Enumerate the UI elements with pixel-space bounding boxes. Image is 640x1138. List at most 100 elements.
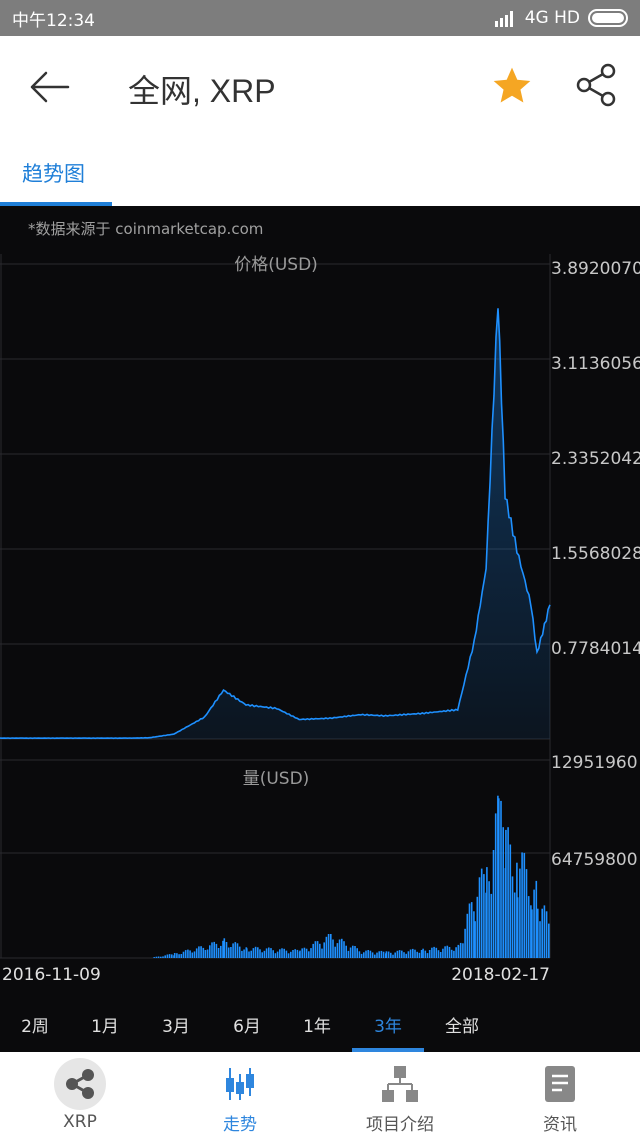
range-tab-1y[interactable]: 1年 xyxy=(282,996,352,1052)
nav-label-trend: 走势 xyxy=(223,1115,257,1135)
volume-bar xyxy=(453,950,455,958)
volume-bar xyxy=(418,952,421,958)
status-icons: 4G HD xyxy=(494,8,628,28)
range-tab-all[interactable]: 全部 xyxy=(424,996,500,1052)
arrow-left-icon xyxy=(30,71,70,103)
volume-bar xyxy=(382,951,385,958)
volume-bar xyxy=(548,923,550,958)
volume-bar xyxy=(166,954,169,958)
volume-bar xyxy=(405,953,407,958)
volume-bar xyxy=(164,955,166,958)
range-tab-3m[interactable]: 3月 xyxy=(140,996,212,1052)
tab-trend[interactable]: 趋势图 xyxy=(0,138,112,206)
volume-bar xyxy=(272,950,274,958)
volume-bar xyxy=(238,946,241,958)
price-tick-label: 2.3352042 xyxy=(551,449,640,469)
volume-bar xyxy=(392,954,394,958)
volume-tick-label: 12951960 xyxy=(551,753,638,773)
nav-item-xrp[interactable]: XRP xyxy=(40,1052,120,1138)
volume-bar xyxy=(521,852,523,958)
volume-bar xyxy=(358,951,361,958)
app-header: 全网, XRP xyxy=(0,36,640,138)
signal-icon xyxy=(494,11,513,27)
volume-bar xyxy=(204,950,207,958)
volume-bar xyxy=(464,928,466,958)
xrp-logo-icon xyxy=(54,1058,106,1110)
volume-bar xyxy=(367,950,369,958)
volume-bar xyxy=(265,948,268,958)
volume-bar xyxy=(356,948,358,958)
volume-bar xyxy=(263,950,266,958)
volume-bar xyxy=(455,947,457,958)
price-volume-chart[interactable]: 价格(USD) 量(USD) 3.8920070 3.1136056 2.33520… xyxy=(0,206,640,996)
volume-bar xyxy=(270,948,272,958)
volume-bar xyxy=(336,943,339,958)
volume-bar xyxy=(519,868,521,958)
volume-bar xyxy=(223,938,226,958)
volume-bar xyxy=(241,950,243,958)
volume-bar xyxy=(279,949,281,958)
volume-bar xyxy=(287,953,290,958)
volume-bar xyxy=(200,946,202,958)
volume-bar xyxy=(246,948,248,958)
volume-bar xyxy=(416,951,418,958)
volume-bar xyxy=(486,867,488,958)
volume-bar xyxy=(394,952,396,958)
volume-bar xyxy=(474,921,476,958)
volume-bar xyxy=(314,941,317,958)
volume-bar xyxy=(220,945,222,958)
share-button[interactable] xyxy=(574,62,620,108)
volume-bar xyxy=(478,877,481,958)
volume-bar xyxy=(420,950,423,958)
chart-area[interactable]: *数据来源于 coinmarketcap.com 价格(USD) 量(USD) … xyxy=(0,206,640,1052)
back-button[interactable] xyxy=(24,64,74,110)
volume-bar xyxy=(505,829,507,958)
volume-bar xyxy=(211,942,213,958)
volume-bar xyxy=(252,948,255,958)
volume-bar xyxy=(500,800,502,958)
range-tab-1m[interactable]: 1月 xyxy=(70,996,140,1052)
volume-bar xyxy=(312,943,314,958)
volume-bar xyxy=(261,952,263,958)
volume-bar xyxy=(334,946,336,958)
volume-bar xyxy=(191,952,194,958)
volume-bar xyxy=(446,945,449,958)
tab-trend-label: 趋势图 xyxy=(22,162,85,186)
volume-bar xyxy=(385,951,388,958)
volume-bar xyxy=(290,951,292,958)
volume-bar xyxy=(426,953,429,958)
volume-bar xyxy=(537,908,539,958)
nav-item-trend[interactable]: 走势 xyxy=(200,1052,280,1138)
volume-bar xyxy=(403,952,405,958)
volume-bar xyxy=(347,950,350,958)
volume-bar xyxy=(250,950,252,958)
volume-bar xyxy=(376,952,378,958)
range-tab-2w[interactable]: 2周 xyxy=(0,996,70,1052)
volume-bar xyxy=(409,949,412,958)
volume-bar xyxy=(155,956,158,958)
volume-bar xyxy=(480,868,483,958)
volume-bar xyxy=(213,941,215,958)
range-tab-6m[interactable]: 6月 xyxy=(212,996,282,1052)
nav-label-xrp: XRP xyxy=(63,1112,97,1132)
volume-bar xyxy=(248,951,250,958)
volume-bar xyxy=(396,950,399,958)
volume-bar xyxy=(507,827,509,958)
volume-bar xyxy=(513,892,516,958)
range-tab-3y[interactable]: 3年 xyxy=(352,996,424,1052)
axis-ticks: 3.8920070 3.1136056 2.3352042 1.5568028 0.77… xyxy=(551,259,640,870)
volume-bar xyxy=(171,954,173,958)
nav-item-news[interactable]: 资讯 xyxy=(520,1052,600,1138)
nav-item-intro[interactable]: 项目介绍 xyxy=(350,1052,450,1138)
favorite-button[interactable] xyxy=(490,64,534,108)
volume-bar xyxy=(468,903,471,958)
volume-bar xyxy=(198,946,200,958)
range-selector: 2周 1月 3月 6月 1年 3年 全部 xyxy=(0,996,640,1052)
volume-bar xyxy=(483,874,485,958)
volume-bar xyxy=(299,950,301,958)
document-icon xyxy=(545,1066,575,1102)
volume-bar xyxy=(539,921,541,958)
volume-bar xyxy=(234,942,237,958)
volume-bar xyxy=(476,896,479,958)
volume-bar xyxy=(319,943,321,958)
